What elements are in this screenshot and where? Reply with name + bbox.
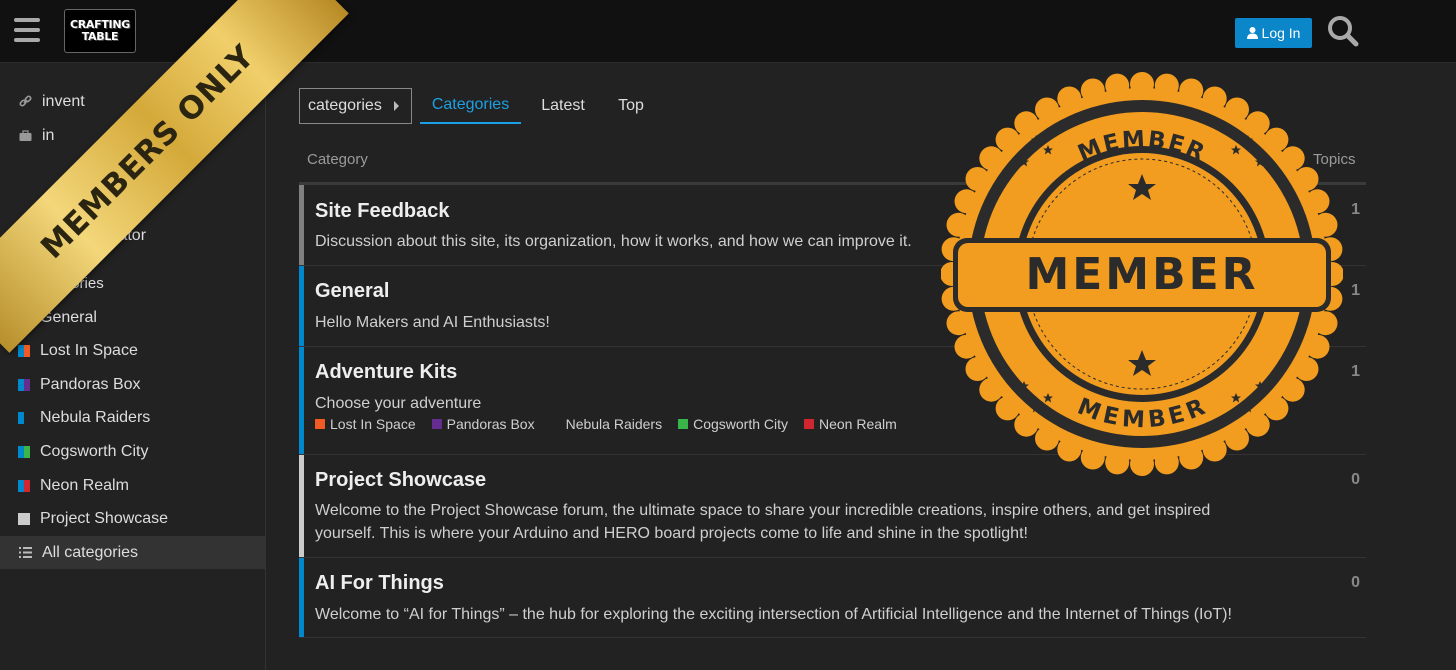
categories-dropdown-label: categories xyxy=(308,97,382,114)
briefcase-icon xyxy=(18,129,32,143)
link-icon xyxy=(18,95,32,109)
category-title[interactable]: General xyxy=(315,280,389,303)
subcategory-nebula-raiders[interactable]: Nebula Raiders xyxy=(550,416,663,432)
subcategory-label: Nebula Raiders xyxy=(565,416,663,432)
category-color-bar xyxy=(299,455,304,557)
subcategory-list: Lost In Space Pandoras Box Nebula Raider… xyxy=(315,416,913,432)
sidebar-item-label: Neon Realm xyxy=(40,476,129,494)
category-color-bar xyxy=(299,185,304,265)
subcategory-neon-realm[interactable]: Neon Realm xyxy=(804,416,897,432)
topic-count: 1 xyxy=(1351,282,1360,299)
sidebar-item-label: Cogsworth City xyxy=(40,442,149,460)
category-color-swatch xyxy=(18,411,30,424)
sidebar-item-label: Pandoras Box xyxy=(40,375,141,393)
seal-center-text: MEMBER xyxy=(1025,249,1258,300)
category-title[interactable]: Site Feedback xyxy=(315,200,450,223)
login-button[interactable]: Log In xyxy=(1235,18,1312,48)
category-color-swatch xyxy=(18,344,30,357)
category-color-swatch xyxy=(18,445,30,458)
subcategory-pandoras-box[interactable]: Pandoras Box xyxy=(431,416,535,432)
tab-latest[interactable]: Latest xyxy=(531,88,595,124)
logo-line-2: TABLE xyxy=(81,30,119,43)
subcategory-swatch xyxy=(431,419,442,429)
tab-top[interactable]: Top xyxy=(609,88,653,124)
subcategory-label: Pandoras Box xyxy=(446,416,535,432)
subcategory-label: Cogsworth City xyxy=(693,416,788,432)
category-color-bar xyxy=(299,266,304,346)
subcategory-swatch xyxy=(550,419,561,429)
subcategory-label: Neon Realm xyxy=(819,416,897,432)
category-title[interactable]: Project Showcase xyxy=(315,469,486,492)
categories-dropdown[interactable]: categories xyxy=(299,88,412,124)
sidebar-item-neon-realm[interactable]: Neon Realm xyxy=(0,469,266,502)
caret-right-icon xyxy=(394,101,399,111)
hamburger-menu-icon[interactable] xyxy=(14,18,40,42)
topic-count: 1 xyxy=(1351,363,1360,380)
sidebar-item-label: Nebula Raiders xyxy=(40,408,151,426)
list-icon xyxy=(18,546,32,560)
sidebar-item-label: All categories xyxy=(42,543,139,561)
category-color-swatch xyxy=(18,512,30,525)
subcategory-swatch xyxy=(315,419,325,429)
category-title[interactable]: Adventure Kits xyxy=(315,361,457,384)
subcategory-swatch xyxy=(678,419,689,429)
sidebar-item-nebula-raiders[interactable]: Nebula Raiders xyxy=(0,401,266,434)
sidebar-item-all-categories[interactable]: All categories xyxy=(0,536,266,569)
category-color-bar xyxy=(299,347,304,454)
topic-count: 1 xyxy=(1351,201,1360,218)
category-color-swatch xyxy=(18,378,30,391)
sidebar-item-project-showcase[interactable]: Project Showcase xyxy=(0,502,266,535)
topic-count: 0 xyxy=(1351,471,1360,488)
category-description: Welcome to “AI for Things” – the hub for… xyxy=(315,606,1232,623)
sidebar-link-label: in xyxy=(42,126,55,144)
tab-categories[interactable]: Categories xyxy=(420,88,521,124)
sidebar-item-lost-in-space[interactable]: Lost In Space xyxy=(0,334,266,367)
category-description: Welcome to the Project Showcase forum, t… xyxy=(315,502,1211,542)
sidebar-item-pandoras-box[interactable]: Pandoras Box xyxy=(0,368,266,401)
user-icon xyxy=(1246,27,1258,39)
subcategory-label: Lost In Space xyxy=(330,416,416,432)
member-badge-seal: MEMBER MEMBER MEMBER xyxy=(941,72,1343,476)
category-color-bar xyxy=(299,558,304,637)
site-logo[interactable]: CRAFTING TABLE xyxy=(64,9,136,53)
login-label: Log In xyxy=(1261,25,1301,41)
search-icon[interactable] xyxy=(1327,15,1359,47)
subcategory-lost-in-space[interactable]: Lost In Space xyxy=(315,416,416,432)
sidebar-item-label: Project Showcase xyxy=(40,509,169,527)
subcategory-cogsworth-city[interactable]: Cogsworth City xyxy=(678,416,788,432)
category-color-swatch xyxy=(18,479,30,492)
sidebar-link-label: invent xyxy=(42,92,85,110)
sidebar-item-label: Lost In Space xyxy=(40,341,138,359)
topic-count: 0 xyxy=(1351,574,1360,591)
category-title[interactable]: AI For Things xyxy=(315,572,444,595)
subcategory-swatch xyxy=(804,419,814,429)
sidebar-item-cogsworth-city[interactable]: Cogsworth City xyxy=(0,435,266,468)
column-header-category: Category xyxy=(307,151,368,168)
table-row: AI For Things Welcome to “AI for Things”… xyxy=(299,558,1366,638)
